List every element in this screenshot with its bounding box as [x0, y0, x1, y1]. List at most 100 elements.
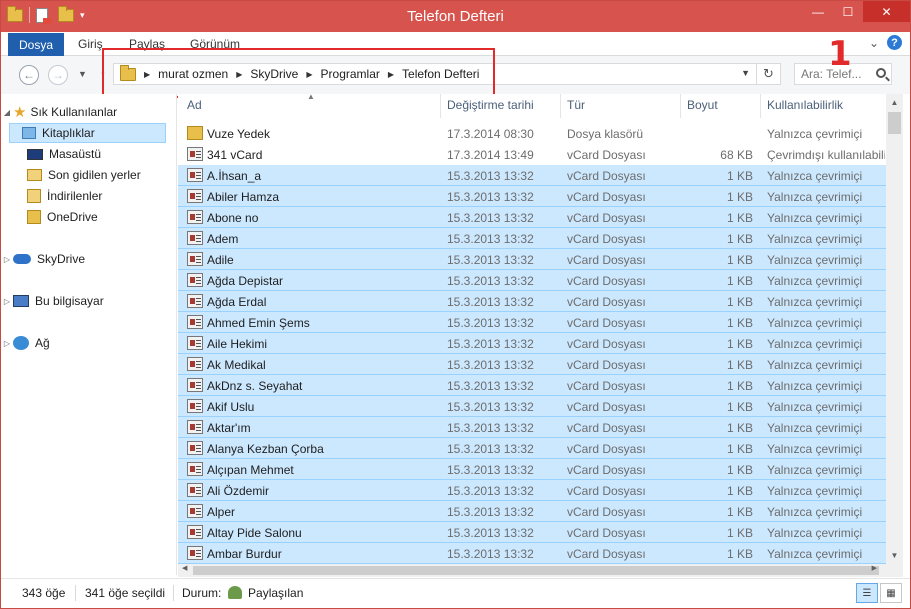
table-row[interactable]: Ağda Erdal 15.3.2013 13:32 vCard Dosyası 1 … [178, 291, 886, 312]
recent-locations-icon[interactable]: ▼ [78, 69, 87, 79]
column-divider[interactable] [680, 94, 681, 118]
expand-ribbon-icon[interactable]: ⌄ [869, 36, 879, 50]
help-icon[interactable]: ? [887, 35, 902, 50]
file-date: 17.3.2014 13:49 [447, 148, 534, 162]
nav-skydrive[interactable]: ▷ SkyDrive [1, 249, 177, 269]
details-view-icon[interactable]: ☰ [856, 583, 878, 603]
file-availability: Yalnızca çevrimiçi [767, 232, 863, 246]
file-date: 15.3.2013 13:32 [447, 190, 534, 204]
breadcrumb-current[interactable]: Telefon Defteri [402, 67, 479, 81]
sort-caret-icon: ▲ [307, 94, 315, 101]
large-icons-view-icon[interactable]: ▦ [880, 583, 902, 603]
table-row[interactable]: A.İhsan_a 15.3.2013 13:32 vCard Dosyası 1 K… [178, 165, 886, 186]
tab-file[interactable]: Dosya [8, 33, 64, 56]
chevron-down-icon[interactable]: ▼ [741, 68, 750, 78]
table-row[interactable]: 341 vCard 17.3.2014 13:49 vCard Dosyası 68 … [178, 144, 886, 165]
column-header-type[interactable]: Tür [567, 98, 585, 112]
scroll-down-icon[interactable]: ▼ [886, 547, 903, 564]
file-name: Altay Pide Salonu [207, 526, 302, 540]
column-header-name[interactable]: Ad [187, 98, 202, 112]
maximize-button[interactable]: ☐ [833, 1, 863, 22]
table-row[interactable]: Adile 15.3.2013 13:32 vCard Dosyası 1 KB Yal… [178, 249, 886, 270]
file-size: 1 KB [726, 463, 753, 477]
table-row[interactable]: Alçıpan Mehmet 15.3.2013 13:32 vCard Dosya… [178, 459, 886, 480]
file-availability: Yalnızca çevrimiçi [767, 505, 863, 519]
file-availability: Yalnızca çevrimiçi [767, 526, 863, 540]
expand-icon[interactable]: ◢ [1, 108, 13, 117]
table-row[interactable]: Alanya Kezban Çorba 15.3.2013 13:32 vCard … [178, 438, 886, 459]
column-header-size[interactable]: Boyut [687, 98, 718, 112]
title-bar: ▾ Telefon Defteri — ☐ ✕ [1, 1, 910, 32]
close-button[interactable]: ✕ [863, 1, 910, 22]
chevron-right-icon[interactable]: ▶ [236, 70, 242, 79]
breadcrumb-programs[interactable]: Programlar [321, 67, 380, 81]
refresh-icon[interactable]: ↻ [756, 64, 780, 84]
nav-item-onedrive[interactable]: OneDrive [1, 207, 177, 227]
address-bar[interactable]: ▶ murat ozmen ▶ SkyDrive ▶ Programlar ▶ … [113, 63, 781, 85]
expand-icon[interactable]: ▷ [1, 339, 13, 348]
horizontal-scrollbar[interactable]: ◀ ▶ [178, 564, 903, 577]
file-availability: Yalnızca çevrimiçi [767, 316, 863, 330]
table-row[interactable]: AkDnz s. Seyahat 15.3.2013 13:32 vCard Dos… [178, 375, 886, 396]
table-row[interactable]: Aktar'ım 15.3.2013 13:32 vCard Dosyası 1 KB… [178, 417, 886, 438]
ribbon-tabs: Dosya Giriş Paylaş Görünüm ⌄ ? [1, 32, 910, 56]
expand-icon[interactable]: ▷ [1, 255, 13, 264]
scroll-thumb[interactable] [193, 566, 879, 575]
nav-favorites[interactable]: ◢ ★ Sık Kullanılanlar [1, 102, 177, 122]
scroll-up-icon[interactable]: ▲ [886, 94, 903, 111]
search-icon[interactable] [876, 68, 886, 78]
column-divider[interactable] [560, 94, 561, 118]
table-row[interactable]: Alper 15.3.2013 13:32 vCard Dosyası 1 KB Yal… [178, 501, 886, 522]
table-row[interactable]: Ak Medikal 15.3.2013 13:32 vCard Dosyası 1 … [178, 354, 886, 375]
tab-share[interactable]: Paylaş [129, 37, 165, 51]
expand-icon[interactable]: ▷ [1, 297, 13, 306]
nav-this-pc[interactable]: ▷ Bu bilgisayar [1, 291, 177, 311]
file-type: vCard Dosyası [567, 211, 646, 225]
file-size: 1 KB [726, 526, 753, 540]
table-row[interactable]: Akif Uslu 15.3.2013 13:32 vCard Dosyası 1 K… [178, 396, 886, 417]
scroll-thumb[interactable] [888, 112, 901, 134]
chevron-right-icon[interactable]: ▶ [388, 70, 394, 79]
chevron-right-icon[interactable]: ▶ [144, 70, 150, 79]
file-name: A.İhsan_a [207, 169, 262, 183]
breadcrumb-user[interactable]: murat ozmen [158, 67, 228, 81]
table-row[interactable]: Ağda Depistar 15.3.2013 13:32 vCard Dosyas… [178, 270, 886, 291]
scroll-right-icon[interactable]: ▶ [872, 564, 877, 572]
breadcrumb-skydrive[interactable]: SkyDrive [250, 67, 298, 81]
table-row[interactable]: Altay Pide Salonu 15.3.2013 13:32 vCard Do… [178, 522, 886, 543]
computer-icon [13, 295, 29, 307]
table-row[interactable]: Ahmed Emin Şems 15.3.2013 13:32 vCard Dosy… [178, 312, 886, 333]
table-row[interactable]: Abiler Hamza 15.3.2013 13:32 vCard Dosyası… [178, 186, 886, 207]
table-row[interactable]: Ali Özdemir 15.3.2013 13:32 vCard Dosyası 1… [178, 480, 886, 501]
chevron-right-icon[interactable]: ▶ [306, 70, 312, 79]
back-button[interactable]: ← [19, 65, 39, 85]
minimize-button[interactable]: — [803, 1, 833, 22]
tab-view[interactable]: Görünüm [190, 37, 240, 51]
nav-item-downloads[interactable]: İndirilenler [1, 186, 177, 206]
column-divider[interactable] [760, 94, 761, 118]
file-availability: Yalnızca çevrimiçi [767, 127, 863, 141]
table-row[interactable]: Adem 15.3.2013 13:32 vCard Dosyası 1 KB Yaln… [178, 228, 886, 249]
table-row[interactable]: Vuze Yedek 17.3.2014 08:30 Dosya klasörü Ya… [178, 123, 886, 144]
column-header-date[interactable]: Değiştirme tarihi [447, 98, 534, 112]
up-button[interactable]: ↑ [100, 67, 106, 81]
file-type: vCard Dosyası [567, 463, 646, 477]
file-size: 1 KB [726, 232, 753, 246]
vcard-file-icon [187, 378, 203, 392]
nav-item-recent[interactable]: Son gidilen yerler [1, 165, 177, 185]
file-size: 1 KB [726, 211, 753, 225]
scroll-left-icon[interactable]: ◀ [182, 564, 187, 572]
vertical-scrollbar[interactable]: ▲ ▼ [886, 94, 903, 564]
file-name: Ahmed Emin Şems [207, 316, 310, 330]
nav-network[interactable]: ▷ Ağ [1, 333, 177, 353]
column-header-availability[interactable]: Kullanılabilirlik [767, 98, 843, 112]
nav-item-desktop[interactable]: Masaüstü [1, 144, 177, 164]
column-divider[interactable] [440, 94, 441, 118]
table-row[interactable]: Aile Hekimi 15.3.2013 13:32 vCard Dosyası 1… [178, 333, 886, 354]
tab-home[interactable]: Giriş [78, 37, 103, 51]
forward-button[interactable]: → [48, 65, 68, 85]
table-row[interactable]: Ambar Burdur 15.3.2013 13:32 vCard Dosyası… [178, 543, 886, 564]
nav-item-libraries[interactable]: Kitaplıklar [9, 123, 166, 143]
vcard-file-icon [187, 420, 203, 434]
table-row[interactable]: Abone no 15.3.2013 13:32 vCard Dosyası 1 KB… [178, 207, 886, 228]
